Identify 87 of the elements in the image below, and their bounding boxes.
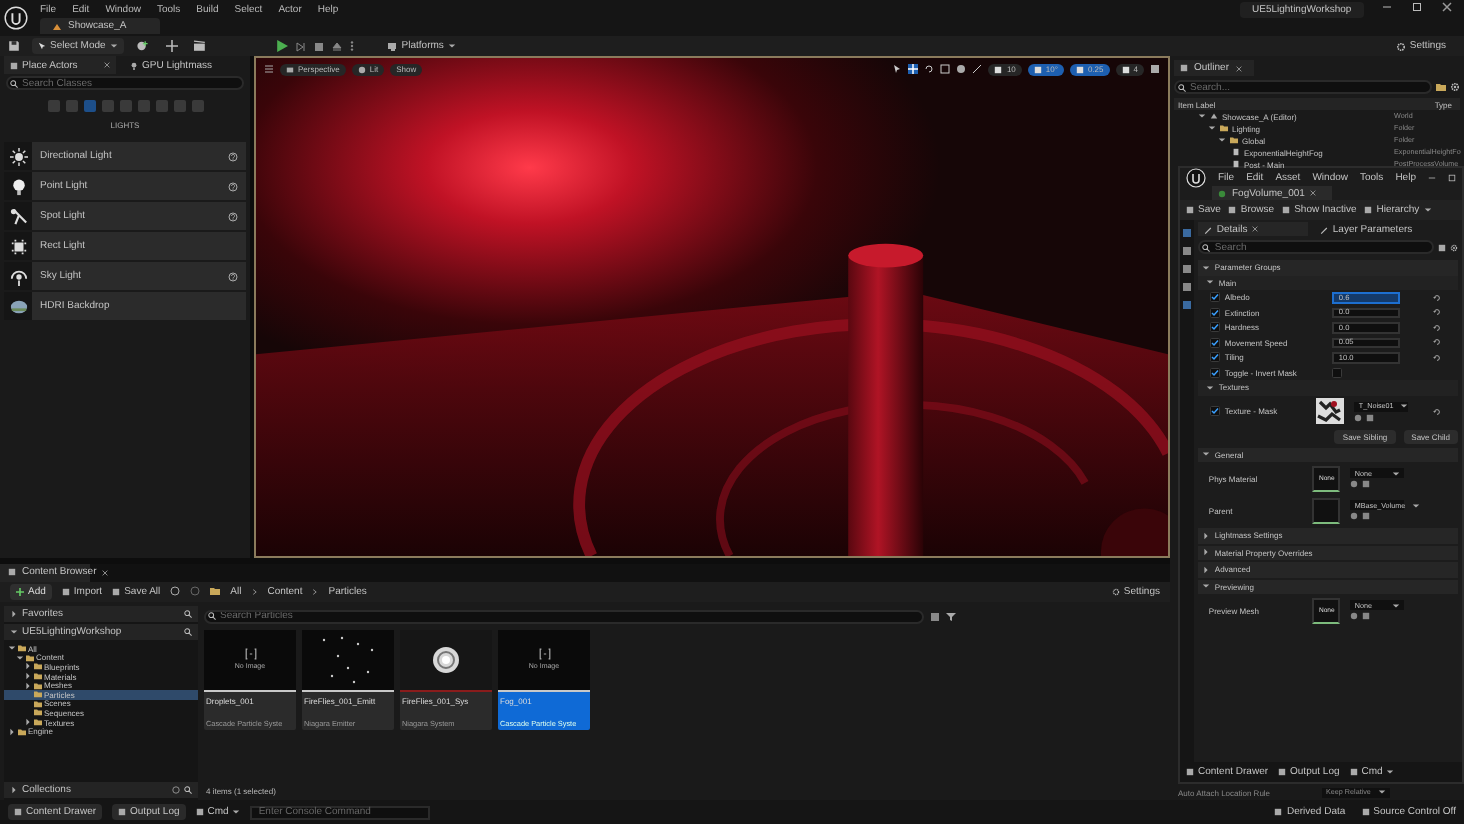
checkbox[interactable]: [1210, 352, 1221, 363]
restore-icon[interactable]: [1412, 2, 1422, 12]
move-icon[interactable]: [908, 64, 919, 74]
more-icon[interactable]: [349, 40, 354, 52]
rotate-icon[interactable]: [924, 64, 935, 74]
close-icon[interactable]: [1442, 2, 1452, 12]
settings-icon[interactable]: [1450, 243, 1458, 251]
caret-icon: [447, 42, 456, 50]
step-icon[interactable]: [295, 41, 306, 51]
caret-icon: [109, 42, 118, 50]
caret-icon: [1423, 206, 1432, 214]
sparkles-thumbnail: [318, 631, 378, 688]
search-icon: [184, 627, 192, 636]
no-image-icon: [243, 648, 257, 661]
landscape-dome-icon: [9, 297, 27, 315]
checkbox[interactable]: [1210, 292, 1221, 303]
reset-arrow-icon[interactable]: [1432, 407, 1442, 415]
search-icon: [184, 786, 192, 794]
caret-icon: [232, 808, 241, 816]
close-icon[interactable]: [1310, 190, 1317, 196]
caret-icon: [1392, 469, 1401, 477]
close-icon[interactable]: [1251, 226, 1258, 232]
minimize-icon[interactable]: [1382, 2, 1392, 12]
caret-icon: [1378, 788, 1387, 796]
chevron-right-icon: [251, 587, 258, 596]
filter-icon[interactable]: [946, 612, 956, 623]
chevron-right-icon: [312, 587, 319, 596]
gear-icon: [1111, 587, 1120, 596]
checkbox[interactable]: [1210, 367, 1221, 378]
settings-icon[interactable]: [1450, 82, 1460, 92]
close-icon[interactable]: [1235, 65, 1242, 71]
unreal-logo-icon[interactable]: [1186, 167, 1206, 187]
caret-icon: [1392, 601, 1401, 609]
add-actor-icon[interactable]: [135, 40, 152, 52]
checkbox[interactable]: [1332, 367, 1343, 378]
search-icon: [1178, 83, 1186, 91]
surface-snap-icon[interactable]: [972, 64, 983, 74]
hamburger-menu-icon[interactable]: [264, 64, 274, 74]
checkbox[interactable]: [1210, 307, 1221, 318]
folder-icon: [210, 586, 221, 597]
material-icon: [1218, 189, 1226, 197]
no-image-icon: [537, 648, 551, 661]
noise-texture-thumbnail: [1316, 398, 1345, 424]
play-icon[interactable]: [275, 40, 288, 52]
platforms-icon: [387, 41, 398, 51]
help-icon[interactable]: [228, 151, 238, 161]
unreal-logo-icon[interactable]: [4, 6, 28, 30]
checkbox[interactable]: [1210, 322, 1221, 333]
caret-icon: [1411, 501, 1420, 509]
bulb-icon: [9, 177, 27, 195]
help-icon[interactable]: [228, 211, 238, 221]
search-icon: [184, 609, 192, 618]
checkbox[interactable]: [1210, 406, 1221, 416]
material-thumbnail: [1312, 497, 1341, 523]
minimize-icon[interactable]: [1428, 173, 1436, 181]
rect-light-icon: [9, 237, 27, 255]
spotlight-icon: [9, 207, 27, 225]
search-icon: [1202, 243, 1211, 251]
globe-icon[interactable]: [956, 64, 967, 74]
folder-icon: [1436, 82, 1446, 92]
sun-icon: [9, 147, 27, 165]
eject-icon[interactable]: [331, 41, 342, 51]
dome-light-icon: [9, 267, 27, 285]
pencil-icon: [1204, 225, 1213, 233]
stop-icon[interactable]: [313, 41, 324, 51]
caret-icon: [1202, 450, 1211, 459]
search-icon: [10, 79, 18, 87]
level-icon: [52, 21, 62, 31]
transform-icon[interactable]: [163, 40, 180, 52]
cinematics-icon[interactable]: [191, 40, 208, 52]
caret-icon: [1206, 383, 1215, 392]
bulb-icon: [130, 61, 138, 69]
search-icon: [208, 612, 216, 621]
caret-icon: [1386, 768, 1395, 776]
help-icon[interactable]: [228, 181, 238, 191]
restore-icon[interactable]: [1448, 173, 1456, 181]
plus-icon: [16, 587, 24, 596]
select-icon[interactable]: [892, 64, 903, 74]
sphere-thumbnail: [432, 645, 460, 674]
close-icon[interactable]: [104, 62, 110, 68]
lit-sphere-icon: [357, 65, 366, 73]
caret-icon: [1399, 402, 1408, 410]
checkbox[interactable]: [1210, 337, 1221, 348]
cursor-icon: [38, 42, 46, 50]
gear-icon: [1395, 41, 1406, 51]
help-icon[interactable]: [228, 271, 238, 281]
close-icon[interactable]: [102, 569, 109, 576]
